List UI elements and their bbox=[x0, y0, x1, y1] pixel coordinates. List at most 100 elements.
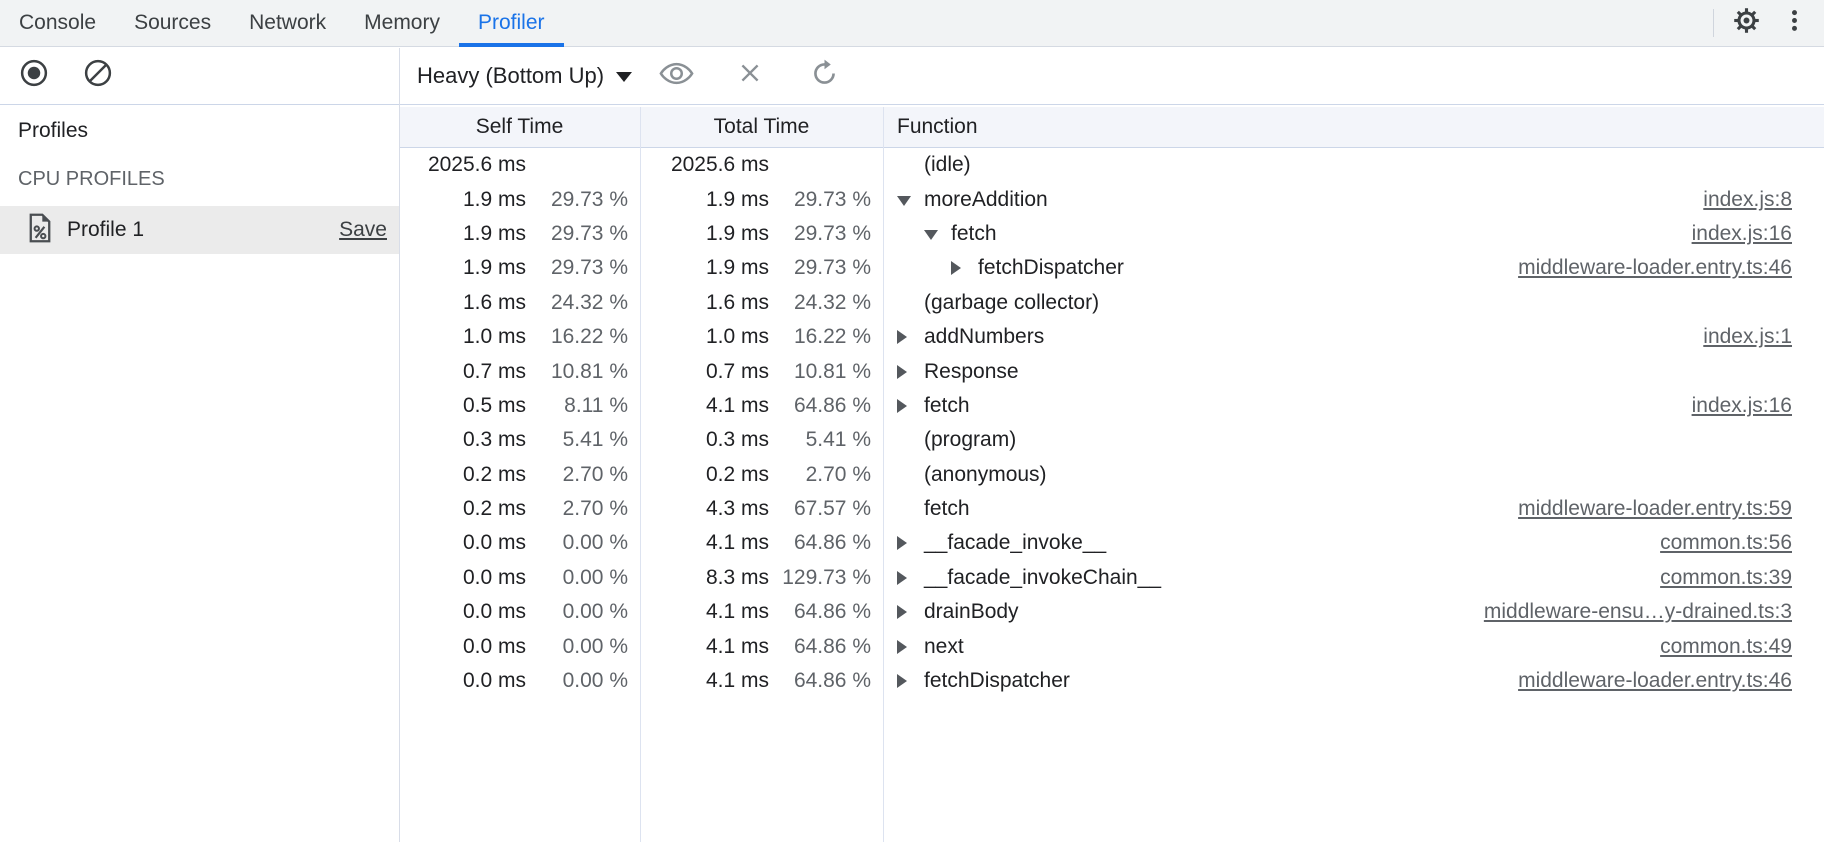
time-ms-value: 1.0 ms bbox=[411, 325, 526, 349]
time-percent-value: 24.32 % bbox=[769, 291, 871, 315]
exclude-function-button[interactable] bbox=[732, 58, 768, 94]
record-button[interactable] bbox=[16, 58, 52, 94]
time-ms-value: 8.3 ms bbox=[652, 566, 769, 590]
table-row[interactable]: 0.0 ms0.00 %4.1 ms64.86 %fetchDispatcher… bbox=[399, 664, 1824, 698]
source-link[interactable]: index.js:8 bbox=[1703, 188, 1792, 212]
table-row[interactable]: 1.9 ms29.73 %1.9 ms29.73 %fetchindex.js:… bbox=[399, 217, 1824, 251]
function-cell: __facade_invokeChain__common.ts:39 bbox=[883, 566, 1824, 590]
time-percent-value: 5.41 % bbox=[769, 428, 871, 452]
column-header-total-time[interactable]: Total Time bbox=[640, 115, 883, 139]
disclosure-triangle-icon[interactable] bbox=[951, 261, 978, 275]
disclosure-triangle-icon[interactable] bbox=[924, 227, 951, 240]
table-row[interactable]: 1.9 ms29.73 %1.9 ms29.73 %fetchDispatche… bbox=[399, 251, 1824, 285]
disclosure-triangle-icon[interactable] bbox=[897, 330, 924, 344]
table-row[interactable]: 2025.6 ms2025.6 ms(idle) bbox=[399, 148, 1824, 182]
table-row[interactable]: 1.9 ms29.73 %1.9 ms29.73 %moreAdditionin… bbox=[399, 182, 1824, 216]
function-cell: moreAdditionindex.js:8 bbox=[883, 188, 1824, 212]
column-divider-self-total[interactable] bbox=[640, 107, 641, 842]
time-percent-value: 10.81 % bbox=[526, 360, 628, 384]
table-row[interactable]: 0.2 ms2.70 %4.3 ms67.57 %fetchmiddleware… bbox=[399, 492, 1824, 526]
function-name: Response bbox=[924, 360, 1019, 384]
function-name: (anonymous) bbox=[924, 463, 1047, 487]
table-row[interactable]: 0.0 ms0.00 %8.3 ms129.73 %__facade_invok… bbox=[399, 561, 1824, 595]
three-dot-menu-icon bbox=[1781, 7, 1808, 39]
time-ms-value: 0.7 ms bbox=[411, 360, 526, 384]
function-cell: fetchDispatchermiddleware-loader.entry.t… bbox=[883, 256, 1824, 280]
profile-document-percent-icon bbox=[27, 213, 53, 248]
source-link[interactable]: common.ts:56 bbox=[1660, 531, 1792, 555]
source-link[interactable]: middleware-ensu…y-drained.ts:3 bbox=[1484, 600, 1792, 624]
source-link[interactable]: common.ts:39 bbox=[1660, 566, 1792, 590]
column-header-self-time[interactable]: Self Time bbox=[399, 115, 640, 139]
column-divider-total-function[interactable] bbox=[883, 107, 884, 842]
source-link[interactable]: index.js:16 bbox=[1692, 222, 1792, 246]
table-row[interactable]: 0.2 ms2.70 %0.2 ms2.70 %(anonymous) bbox=[399, 458, 1824, 492]
total-time-cell: 1.6 ms24.32 % bbox=[640, 291, 883, 315]
tab-sources[interactable]: Sources bbox=[115, 0, 230, 46]
source-link[interactable]: index.js:1 bbox=[1703, 325, 1792, 349]
total-time-cell: 4.1 ms64.86 % bbox=[640, 669, 883, 693]
total-time-cell: 1.9 ms29.73 % bbox=[640, 222, 883, 246]
source-link[interactable]: index.js:16 bbox=[1692, 394, 1792, 418]
total-time-cell: 4.1 ms64.86 % bbox=[640, 394, 883, 418]
profile-view-select[interactable]: Heavy (Bottom Up) bbox=[417, 63, 632, 89]
restore-functions-button[interactable] bbox=[806, 58, 842, 94]
exclude-x-icon bbox=[737, 60, 763, 91]
total-time-cell: 8.3 ms129.73 % bbox=[640, 566, 883, 590]
time-percent-value: 16.22 % bbox=[526, 325, 628, 349]
table-row[interactable]: 0.0 ms0.00 %4.1 ms64.86 %__facade_invoke… bbox=[399, 526, 1824, 560]
grid-header: Self Time Total Time Function bbox=[399, 107, 1824, 148]
time-percent-value: 29.73 % bbox=[769, 188, 871, 212]
time-percent-value: 64.86 % bbox=[769, 669, 871, 693]
time-percent-value: 64.86 % bbox=[769, 600, 871, 624]
profile-name: Profile 1 bbox=[67, 218, 144, 242]
column-header-function[interactable]: Function bbox=[883, 115, 1824, 139]
refresh-icon bbox=[810, 59, 839, 93]
panel-tabs: Console Sources Network Memory Profiler bbox=[0, 0, 564, 46]
focus-function-button[interactable] bbox=[658, 58, 694, 94]
total-time-cell: 4.1 ms64.86 % bbox=[640, 635, 883, 659]
disclosure-triangle-icon[interactable] bbox=[897, 193, 924, 206]
settings-button[interactable] bbox=[1728, 5, 1764, 41]
time-ms-value: 1.6 ms bbox=[652, 291, 769, 315]
table-row[interactable]: 0.7 ms10.81 %0.7 ms10.81 %Response bbox=[399, 354, 1824, 388]
tab-network[interactable]: Network bbox=[230, 0, 345, 46]
sidebar-item-profile-1[interactable]: Profile 1 Save bbox=[0, 206, 399, 254]
function-cell: addNumbersindex.js:1 bbox=[883, 325, 1824, 349]
self-time-cell: 0.0 ms0.00 % bbox=[399, 600, 640, 624]
disclosure-triangle-icon[interactable] bbox=[897, 399, 924, 413]
gear-icon bbox=[1731, 5, 1762, 41]
function-cell: fetchDispatchermiddleware-loader.entry.t… bbox=[883, 669, 1824, 693]
time-percent-value: 129.73 % bbox=[769, 566, 871, 590]
source-link[interactable]: common.ts:49 bbox=[1660, 635, 1792, 659]
clear-profiles-button[interactable] bbox=[80, 58, 116, 94]
disclosure-triangle-icon[interactable] bbox=[897, 674, 924, 688]
table-row[interactable]: 0.0 ms0.00 %4.1 ms64.86 %nextcommon.ts:4… bbox=[399, 629, 1824, 663]
more-options-button[interactable] bbox=[1776, 5, 1812, 41]
tab-console[interactable]: Console bbox=[0, 0, 115, 46]
tab-profiler[interactable]: Profiler bbox=[459, 0, 564, 46]
self-time-cell: 0.0 ms0.00 % bbox=[399, 531, 640, 555]
disclosure-triangle-icon[interactable] bbox=[897, 640, 924, 654]
source-link[interactable]: middleware-loader.entry.ts:46 bbox=[1518, 669, 1792, 693]
time-ms-value: 0.0 ms bbox=[411, 635, 526, 659]
table-row[interactable]: 0.3 ms5.41 %0.3 ms5.41 %(program) bbox=[399, 423, 1824, 457]
source-link[interactable]: middleware-loader.entry.ts:59 bbox=[1518, 497, 1792, 521]
time-ms-value: 0.0 ms bbox=[411, 566, 526, 590]
table-row[interactable]: 0.0 ms0.00 %4.1 ms64.86 %drainBodymiddle… bbox=[399, 595, 1824, 629]
function-name: (idle) bbox=[924, 153, 971, 177]
time-percent-value: 0.00 % bbox=[526, 531, 628, 555]
time-percent-value: 64.86 % bbox=[769, 635, 871, 659]
tab-memory[interactable]: Memory bbox=[345, 0, 459, 46]
self-time-cell: 0.0 ms0.00 % bbox=[399, 635, 640, 659]
self-time-cell: 1.9 ms29.73 % bbox=[399, 188, 640, 212]
save-profile-link[interactable]: Save bbox=[339, 218, 387, 242]
source-link[interactable]: middleware-loader.entry.ts:46 bbox=[1518, 256, 1792, 280]
disclosure-triangle-icon[interactable] bbox=[897, 571, 924, 585]
disclosure-triangle-icon[interactable] bbox=[897, 605, 924, 619]
table-row[interactable]: 1.6 ms24.32 %1.6 ms24.32 %(garbage colle… bbox=[399, 286, 1824, 320]
disclosure-triangle-icon[interactable] bbox=[897, 536, 924, 550]
table-row[interactable]: 0.5 ms8.11 %4.1 ms64.86 %fetchindex.js:1… bbox=[399, 389, 1824, 423]
disclosure-triangle-icon[interactable] bbox=[897, 365, 924, 379]
table-row[interactable]: 1.0 ms16.22 %1.0 ms16.22 %addNumbersinde… bbox=[399, 320, 1824, 354]
